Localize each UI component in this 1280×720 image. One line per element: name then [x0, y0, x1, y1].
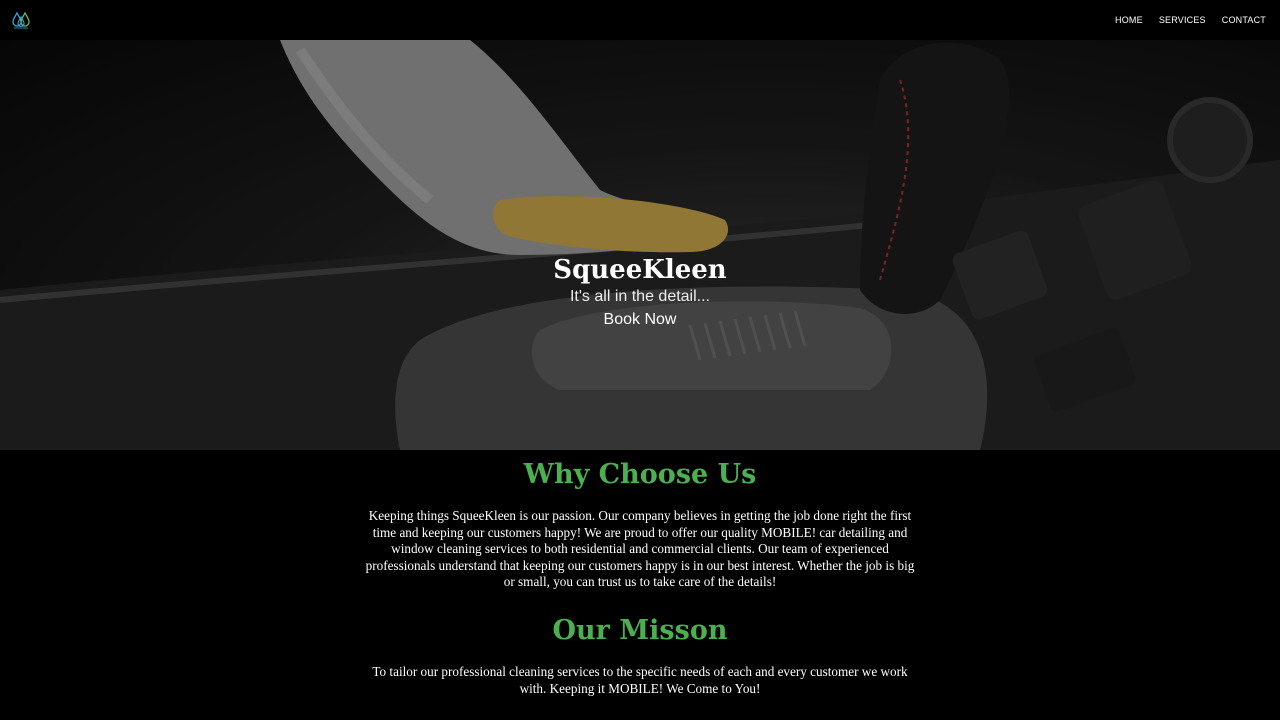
logo[interactable] [12, 11, 30, 29]
nav-home-link[interactable]: HOME [1115, 15, 1143, 25]
why-choose-us-text: Keeping things SqueeKleen is our passion… [365, 508, 915, 589]
mission-heading: Our Misson [552, 615, 728, 646]
water-drops-logo-icon [12, 11, 30, 29]
hero-text: SqueeKleen It's all in the detail... Boo… [0, 255, 1280, 331]
nav-services-link[interactable]: SERVICES [1159, 15, 1206, 25]
book-now-button[interactable]: Book Now [604, 309, 677, 331]
nav-contact-link[interactable]: CONTACT [1222, 15, 1266, 25]
main-nav: HOME SERVICES CONTACT [1115, 15, 1266, 25]
hero-banner: SqueeKleen It's all in the detail... Boo… [0, 40, 1280, 450]
why-choose-us-section: Why Choose Us Keeping things SqueeKleen … [0, 458, 1280, 591]
mission-section: Our Misson To tailor our professional cl… [0, 614, 1280, 697]
hero-subtitle: It's all in the detail... [569, 288, 710, 305]
why-choose-us-heading: Why Choose Us [523, 459, 757, 490]
site-header: HOME SERVICES CONTACT [0, 0, 1280, 40]
mission-text: To tailor our professional cleaning serv… [372, 664, 908, 696]
hero-title: SqueeKleen [553, 255, 727, 285]
